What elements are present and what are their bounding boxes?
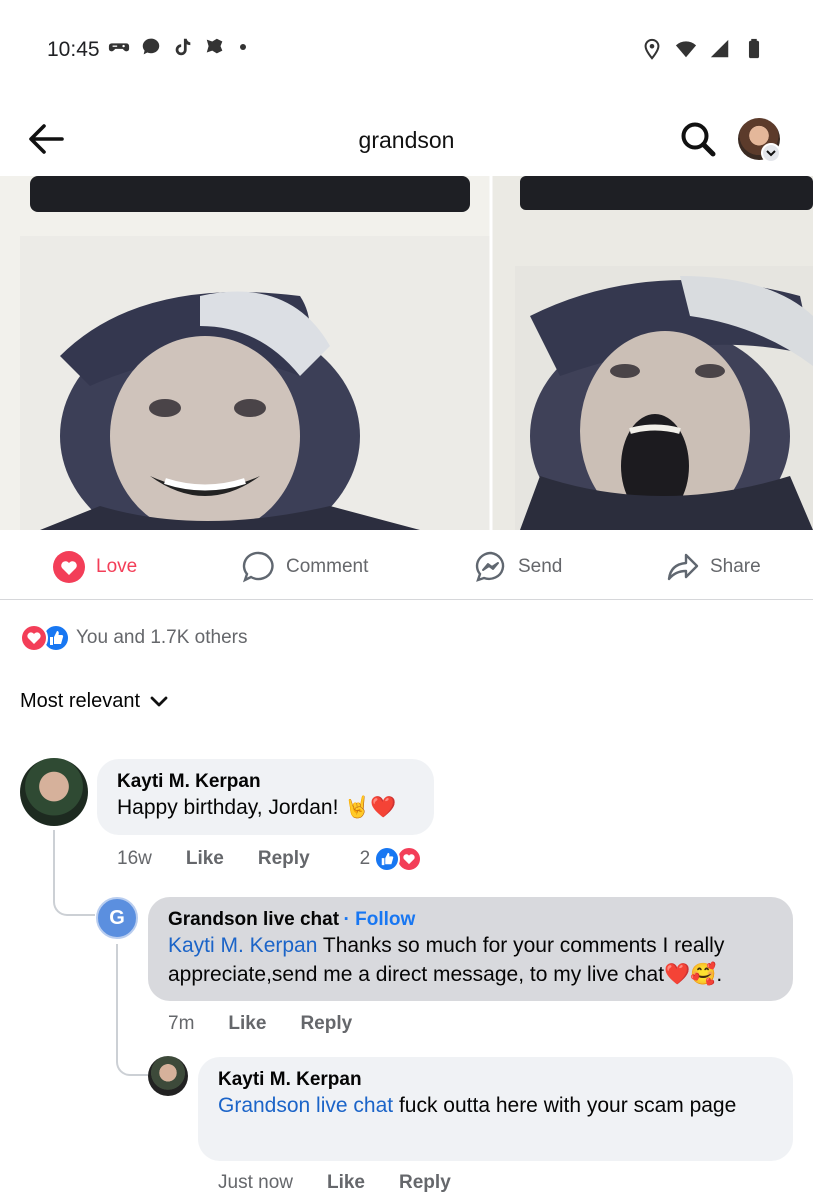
signal-icon: [710, 39, 729, 58]
share-icon: [667, 553, 699, 581]
status-bar: 10:45: [0, 0, 813, 100]
reactions-summary[interactable]: You and 1.7K others: [20, 624, 248, 652]
mention-link[interactable]: Grandson live chat: [218, 1094, 393, 1117]
love-reaction-icon: [20, 624, 48, 652]
like-link[interactable]: Like: [327, 1172, 365, 1194]
like-link[interactable]: Like: [228, 1013, 266, 1035]
post-action-bar: Love Comment Send Share: [0, 536, 813, 600]
share-label: Share: [710, 556, 761, 577]
chevron-down-icon: [150, 696, 168, 706]
share-button[interactable]: Share: [666, 550, 761, 584]
sports-app-icon: [206, 38, 223, 54]
comment-button[interactable]: Comment: [242, 550, 368, 584]
comment-meta: Just now Like Reply: [218, 1172, 485, 1194]
comment-text: Happy birthday, Jordan! 🤘❤️: [117, 796, 397, 819]
comment-reaction-count: 2: [359, 848, 371, 869]
comment-meta: 16w Like Reply 2: [117, 846, 423, 872]
status-time: 10:45: [47, 38, 100, 61]
mention-link[interactable]: Kayti M. Kerpan: [168, 934, 317, 957]
send-label: Send: [518, 556, 563, 577]
post-photo[interactable]: [0, 176, 813, 530]
commenter-avatar[interactable]: [148, 1056, 188, 1096]
location-icon: [644, 38, 660, 60]
battery-icon: [748, 38, 760, 59]
search-icon[interactable]: [678, 119, 718, 159]
comment-sort-dropdown[interactable]: Most relevant: [20, 690, 168, 713]
page-avatar[interactable]: G: [96, 897, 138, 939]
chat-bubble-icon: [142, 38, 160, 55]
comment-body: fuck outta here with your scam page: [393, 1094, 737, 1117]
comment-text: Kayti M. Kerpan Thanks so much for your …: [168, 931, 773, 989]
reactions-count-text: You and 1.7K others: [76, 627, 248, 648]
send-button[interactable]: Send: [474, 550, 562, 584]
comment-bubble: Kayti M. Kerpan Happy birthday, Jordan! …: [97, 759, 434, 835]
comment-time: 16w: [117, 848, 152, 869]
comment-time: 7m: [168, 1013, 195, 1034]
heart-icon: [53, 551, 85, 583]
commenter-avatar[interactable]: [20, 758, 88, 826]
comment-text: Grandson live chat fuck outta here with …: [218, 1091, 773, 1120]
more-notifications-dot: [240, 44, 246, 50]
comment-icon: [242, 551, 274, 583]
reply-link[interactable]: Reply: [258, 848, 310, 870]
game-controller-icon: [108, 43, 130, 52]
thread-connector-2: [116, 944, 148, 1076]
like-link[interactable]: Like: [186, 848, 224, 870]
system-icons: [641, 38, 765, 60]
photo-booth-strip-image: [0, 176, 813, 530]
messenger-icon: [475, 551, 505, 582]
follow-link[interactable]: · Follow: [344, 909, 416, 930]
love-reaction-icon: [396, 846, 423, 872]
chevron-down-icon[interactable]: [761, 143, 781, 163]
sort-label: Most relevant: [20, 690, 141, 712]
love-button[interactable]: Love: [52, 550, 137, 584]
reply-link[interactable]: Reply: [300, 1013, 352, 1035]
comment-label: Comment: [286, 556, 369, 577]
comment-bubble: Kayti M. Kerpan Grandson live chat fuck …: [198, 1057, 793, 1161]
comment-meta: 7m Like Reply: [168, 1013, 386, 1035]
comment-bubble: Grandson live chat · Follow Kayti M. Ker…: [148, 897, 793, 1001]
like-reaction-icon: [374, 846, 401, 872]
wifi-icon: [675, 41, 697, 58]
comment-author[interactable]: Grandson live chat: [168, 909, 339, 930]
comment-author[interactable]: Kayti M. Kerpan: [218, 1069, 773, 1091]
love-label: Love: [96, 556, 138, 577]
top-app-bar: grandson: [0, 105, 813, 175]
comment-reactions[interactable]: 2: [360, 846, 423, 872]
comment-author[interactable]: Kayti M. Kerpan: [117, 771, 414, 793]
tiktok-icon: [175, 38, 191, 56]
reply-link[interactable]: Reply: [399, 1172, 451, 1194]
notification-icons: [108, 36, 246, 58]
thread-connector-1: [53, 830, 95, 916]
comment-time: Just now: [218, 1172, 293, 1193]
